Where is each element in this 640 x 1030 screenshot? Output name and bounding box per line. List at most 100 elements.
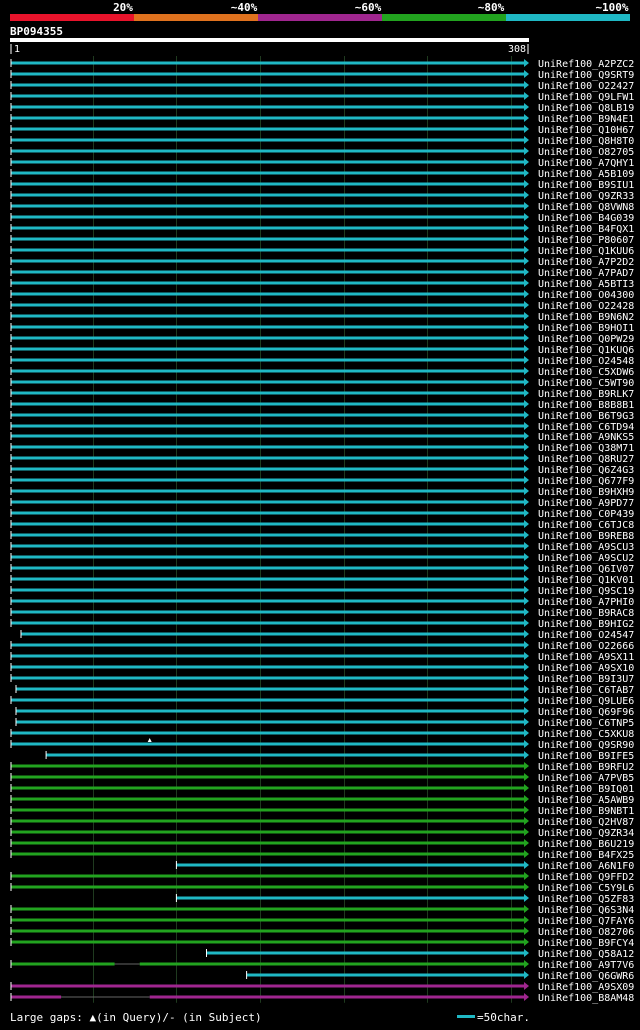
hit-label[interactable]: UniRef100_P80607 xyxy=(538,235,634,246)
hit-label[interactable]: UniRef100_B8AM48 xyxy=(538,993,634,1004)
hit-bar[interactable] xyxy=(16,709,524,713)
hit-bar[interactable] xyxy=(11,621,524,625)
hit-bar[interactable] xyxy=(11,599,524,603)
hit-label[interactable]: UniRef100_A7PVB5 xyxy=(538,773,634,784)
hit-label[interactable]: UniRef100_B9RLK7 xyxy=(538,389,634,400)
hit-bar[interactable] xyxy=(11,193,524,197)
hit-bar[interactable] xyxy=(139,962,524,966)
hit-bar[interactable] xyxy=(11,237,524,241)
hit-label[interactable]: UniRef100_O24548 xyxy=(538,356,634,367)
hit-bar[interactable] xyxy=(11,325,524,329)
hit-bar[interactable] xyxy=(11,149,524,153)
hit-bar[interactable] xyxy=(11,226,524,230)
hit-bar[interactable] xyxy=(11,533,524,537)
hit-label[interactable]: UniRef100_Q10H67 xyxy=(538,125,634,136)
hit-bar[interactable] xyxy=(11,698,524,702)
hit-label[interactable]: UniRef100_C6TNP5 xyxy=(538,718,634,729)
hit-bar[interactable] xyxy=(11,434,524,438)
hit-bar[interactable] xyxy=(11,797,524,801)
hit-bar[interactable] xyxy=(11,610,524,614)
hit-bar[interactable] xyxy=(11,786,524,790)
hit-label[interactable]: UniRef100_Q1KUQ6 xyxy=(538,345,634,356)
hit-bar[interactable] xyxy=(11,259,524,263)
hit-label[interactable]: UniRef100_B6U219 xyxy=(538,839,634,850)
hit-label[interactable]: UniRef100_O22666 xyxy=(538,641,634,652)
hit-label[interactable]: UniRef100_C5WT90 xyxy=(538,378,634,389)
hit-bar[interactable] xyxy=(11,929,524,933)
hit-label[interactable]: UniRef100_Q7FAY6 xyxy=(538,916,634,927)
hit-bar[interactable] xyxy=(11,885,524,889)
hit-bar[interactable] xyxy=(11,962,115,966)
hit-label[interactable]: UniRef100_A9NKS5 xyxy=(538,432,634,443)
hit-label[interactable]: UniRef100_Q8LB19 xyxy=(538,103,634,114)
hit-bar[interactable] xyxy=(11,764,524,768)
hit-label[interactable]: UniRef100_B9IFE5 xyxy=(538,751,634,762)
hit-label[interactable]: UniRef100_Q1KUU6 xyxy=(538,246,634,257)
hit-label[interactable]: UniRef100_B4G039 xyxy=(538,213,634,224)
hit-label[interactable]: UniRef100_Q9SC19 xyxy=(538,586,634,597)
hit-bar[interactable] xyxy=(11,391,524,395)
hit-label[interactable]: UniRef100_A9SX10 xyxy=(538,663,634,674)
hit-bar[interactable] xyxy=(11,171,524,175)
hit-label[interactable]: UniRef100_Q9ZR33 xyxy=(538,191,634,202)
hit-bar[interactable] xyxy=(11,61,524,65)
hit-label[interactable]: UniRef100_B9N4E1 xyxy=(538,114,634,125)
hit-bar[interactable] xyxy=(11,643,524,647)
hit-label[interactable]: UniRef100_Q9SR90 xyxy=(538,740,634,751)
hit-bar[interactable] xyxy=(11,665,524,669)
hit-bar[interactable] xyxy=(11,413,524,417)
hit-bar[interactable] xyxy=(11,511,524,515)
hit-bar[interactable] xyxy=(11,292,524,296)
hit-label[interactable]: UniRef100_B9REB8 xyxy=(538,531,634,542)
hit-label[interactable]: UniRef100_Q58A12 xyxy=(538,949,634,960)
hit-bar[interactable] xyxy=(11,478,524,482)
hit-label[interactable]: UniRef100_Q6IV07 xyxy=(538,564,634,575)
hit-bar[interactable] xyxy=(11,402,524,406)
hit-label[interactable]: UniRef100_C6TJC8 xyxy=(538,520,634,531)
hit-bar[interactable] xyxy=(11,248,524,252)
hit-label[interactable]: UniRef100_A9SX09 xyxy=(538,982,634,993)
hit-label[interactable]: UniRef100_B9HOI1 xyxy=(538,323,634,334)
hit-label[interactable]: UniRef100_A9SCU3 xyxy=(538,542,634,553)
hit-bar[interactable] xyxy=(11,456,524,460)
hit-bar[interactable] xyxy=(11,204,524,208)
hit-bar[interactable] xyxy=(11,819,524,823)
hit-bar[interactable] xyxy=(11,215,524,219)
hit-label[interactable]: UniRef100_Q6Z4G3 xyxy=(538,465,634,476)
hit-bar[interactable] xyxy=(11,424,524,428)
hit-label[interactable]: UniRef100_O04300 xyxy=(538,290,634,301)
hit-bar[interactable] xyxy=(11,808,524,812)
hit-bar[interactable] xyxy=(16,720,524,724)
hit-label[interactable]: UniRef100_Q0PW29 xyxy=(538,334,634,345)
hit-label[interactable]: UniRef100_A5B109 xyxy=(538,169,634,180)
hit-label[interactable]: UniRef100_C0P439 xyxy=(538,509,634,520)
hit-label[interactable]: UniRef100_A9SCU2 xyxy=(538,553,634,564)
hit-bar[interactable] xyxy=(11,445,524,449)
hit-bar[interactable] xyxy=(11,874,524,878)
hit-label[interactable]: UniRef100_B8B8B1 xyxy=(538,400,634,411)
hit-bar[interactable] xyxy=(176,863,524,867)
hit-label[interactable]: UniRef100_B9SIU1 xyxy=(538,180,634,191)
hit-label[interactable]: UniRef100_B9HIG2 xyxy=(538,619,634,630)
hit-label[interactable]: UniRef100_O22427 xyxy=(538,81,634,92)
hit-label[interactable]: UniRef100_A5BTI3 xyxy=(538,279,634,290)
hit-label[interactable]: UniRef100_A9PD77 xyxy=(538,498,634,509)
hit-bar[interactable] xyxy=(11,731,524,735)
hit-bar[interactable] xyxy=(11,984,524,988)
hit-bar[interactable] xyxy=(11,544,524,548)
hit-label[interactable]: UniRef100_C5XDW6 xyxy=(538,367,634,378)
hit-bar[interactable] xyxy=(11,841,524,845)
hit-bar[interactable] xyxy=(11,500,524,504)
hit-bar[interactable] xyxy=(11,676,524,680)
hit-bar[interactable] xyxy=(46,753,524,757)
hit-label[interactable]: UniRef100_B9HXH9 xyxy=(538,487,634,498)
hit-bar[interactable] xyxy=(11,336,524,340)
hit-bar[interactable] xyxy=(11,303,524,307)
hit-bar[interactable] xyxy=(11,72,524,76)
hit-label[interactable]: UniRef100_A7P2D2 xyxy=(538,257,634,268)
hit-label[interactable]: UniRef100_B9RFU2 xyxy=(538,762,634,773)
hit-label[interactable]: UniRef100_Q8H8T0 xyxy=(538,136,634,147)
hit-bar[interactable] xyxy=(11,918,524,922)
hit-bar[interactable] xyxy=(11,588,524,592)
hit-bar[interactable] xyxy=(11,654,524,658)
